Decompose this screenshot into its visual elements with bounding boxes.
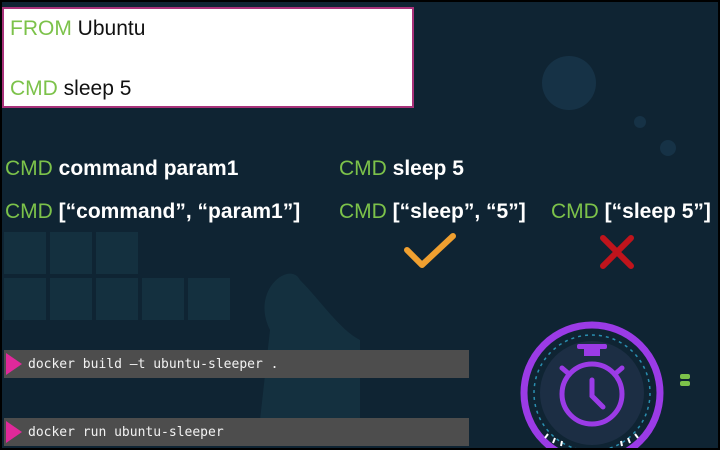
dockerfile-panel: FROM Ubuntu CMD sleep 5	[2, 7, 414, 108]
argument: command param1	[58, 157, 239, 180]
argument: [“command”, “param1”]	[58, 200, 301, 223]
stopwatch-icon	[520, 321, 664, 450]
small-green-icon	[680, 374, 690, 386]
shell-form-example: CMD sleep 5	[339, 157, 464, 181]
argument: sleep 5	[392, 157, 464, 180]
keyword: CMD	[551, 200, 599, 223]
dockerfile-from-line: FROM Ubuntu	[10, 17, 145, 41]
terminal-build-line: docker build –t ubuntu-sleeper .	[4, 350, 469, 378]
exec-form-valid-example: CMD [“sleep”, “5”]	[339, 200, 526, 224]
prompt-arrow-icon	[6, 353, 22, 375]
argument: [“sleep 5”]	[604, 200, 711, 223]
cmd-keyword: CMD	[10, 77, 58, 100]
argument: [“sleep”, “5”]	[392, 200, 526, 223]
keyword: CMD	[339, 157, 387, 180]
cmd-argument: sleep 5	[63, 77, 132, 100]
prompt-arrow-icon	[6, 421, 22, 443]
keyword: CMD	[5, 157, 53, 180]
terminal-run-line: docker run ubuntu-sleeper	[4, 418, 469, 446]
check-icon	[404, 233, 456, 268]
from-keyword: FROM	[10, 17, 72, 40]
exec-form-syntax: CMD [“command”, “param1”]	[5, 200, 300, 224]
from-argument: Ubuntu	[77, 17, 146, 40]
keyword: CMD	[339, 200, 387, 223]
keyword: CMD	[5, 200, 53, 223]
build-command: docker build –t ubuntu-sleeper .	[28, 356, 279, 372]
shell-form-syntax: CMD command param1	[5, 157, 238, 181]
dockerfile-cmd-line: CMD sleep 5	[10, 77, 131, 101]
cross-icon	[600, 235, 634, 269]
run-command: docker run ubuntu-sleeper	[28, 424, 224, 440]
exec-form-invalid-example: CMD [“sleep 5”]	[551, 200, 711, 224]
